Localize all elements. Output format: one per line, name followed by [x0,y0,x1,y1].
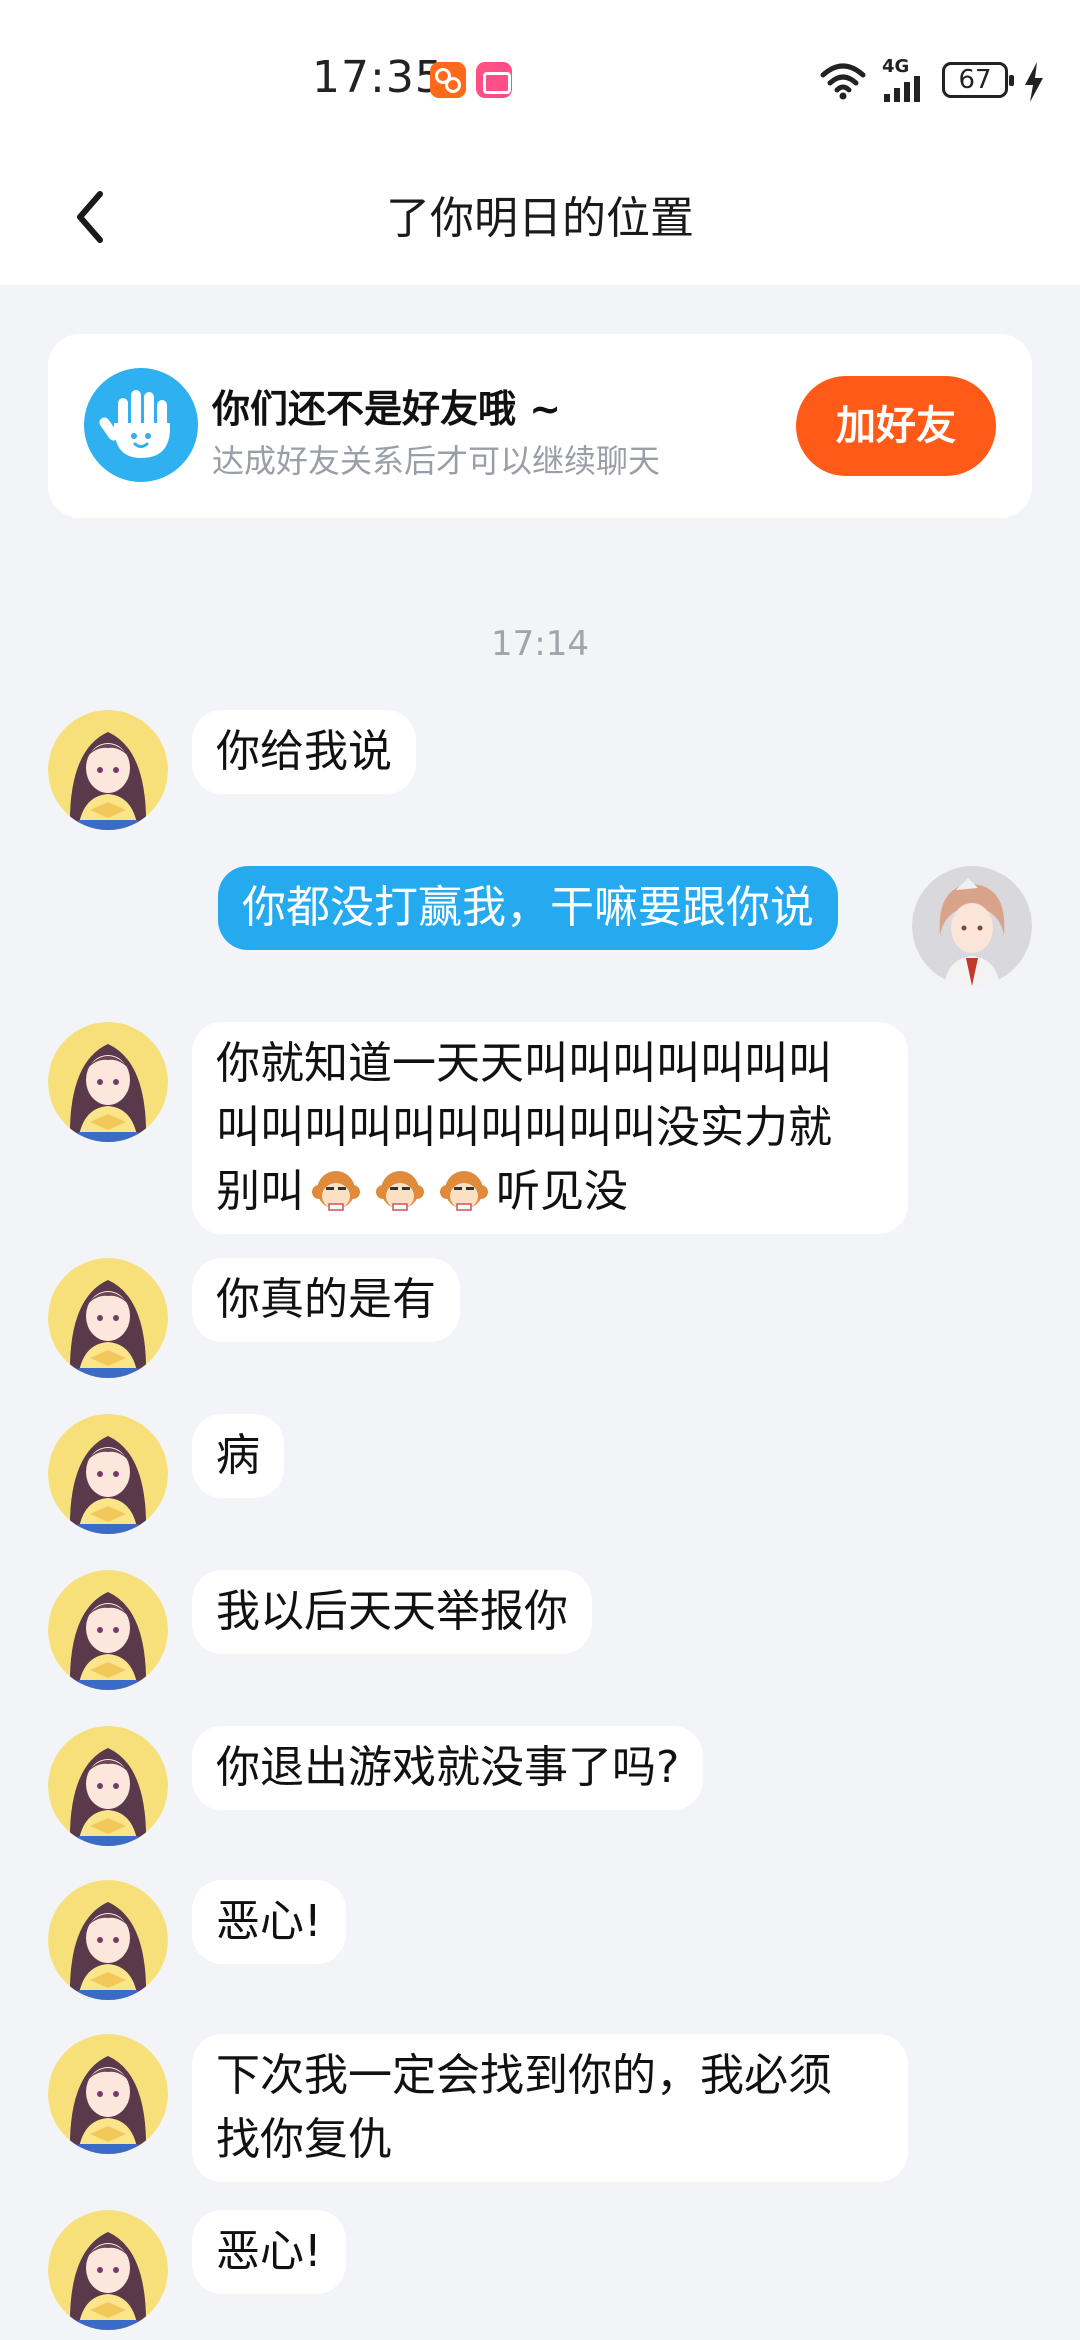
avatar[interactable] [48,1726,168,1846]
app-notification-icon [476,62,512,98]
message-bubble[interactable]: 病 [192,1414,284,1498]
avatar[interactable] [48,1880,168,2000]
avatar[interactable] [48,1414,168,1534]
message-line: 下次我一定会找到你的，我必须 [216,2050,832,2101]
app-notification-icon [430,62,466,98]
signal-icon [884,76,920,102]
card-title: 你们还不是好友哦 ~ [212,387,562,431]
monkey-emoji [310,1166,362,1218]
avatar[interactable] [48,2210,168,2330]
card-subtitle: 达成好友关系后才可以继续聊天 [212,442,661,480]
avatar[interactable] [48,1570,168,1690]
chat-title: 了你明日的位置 [386,193,694,244]
message-timestamp: 17:14 [491,624,589,664]
monkey-emoji [438,1166,490,1218]
status-time: 17:35 [312,52,444,103]
wifi-icon [820,63,866,100]
message-bubble[interactable]: 我以后天天举报你 [192,1570,592,1654]
message-line: 别叫 听见没 [216,1160,884,1224]
avatar[interactable] [912,866,1032,986]
message-text: 听见没 [496,1166,628,1217]
avatar[interactable] [48,1258,168,1378]
message-line: 叫叫叫叫叫叫叫叫叫叫没实力就 [216,1102,832,1153]
avatar[interactable] [48,2034,168,2154]
status-bar: 17:35 4G 67 [0,0,1080,160]
charging-icon [1025,62,1043,102]
chat-header: 了你明日的位置 [0,160,1080,285]
message-bubble[interactable]: 恶心! [192,2210,346,2294]
status-icons: 4G 67 [820,56,1060,104]
message-line: 你就知道一天天叫叫叫叫叫叫叫 [216,1038,832,1089]
message-line: 找你复仇 [216,2114,392,2165]
avatar[interactable] [48,1022,168,1142]
message-bubble[interactable]: 你退出游戏就没事了吗? [192,1726,704,1810]
message-bubble[interactable]: 恶心! [192,1880,346,1964]
wave-hand-icon [84,368,198,482]
message-text: 别叫 [216,1166,304,1217]
add-friend-button[interactable]: 加好友 [796,376,996,476]
battery-icon: 67 [942,62,1014,98]
message-bubble[interactable]: 下次我一定会找到你的，我必须 找你复仇 [192,2034,908,2182]
message-bubble[interactable]: 你真的是有 [192,1258,460,1342]
message-bubble[interactable]: 你都没打赢我，干嘛要跟你说 [218,866,838,950]
avatar[interactable] [48,710,168,830]
message-bubble[interactable]: 你就知道一天天叫叫叫叫叫叫叫 叫叫叫叫叫叫叫叫叫叫没实力就 别叫 听见没 [192,1022,908,1234]
monkey-emoji [374,1166,426,1218]
message-bubble[interactable]: 你给我说 [192,710,416,794]
not-friends-card: 你们还不是好友哦 ~ 达成好友关系后才可以继续聊天 加好友 [48,334,1032,518]
